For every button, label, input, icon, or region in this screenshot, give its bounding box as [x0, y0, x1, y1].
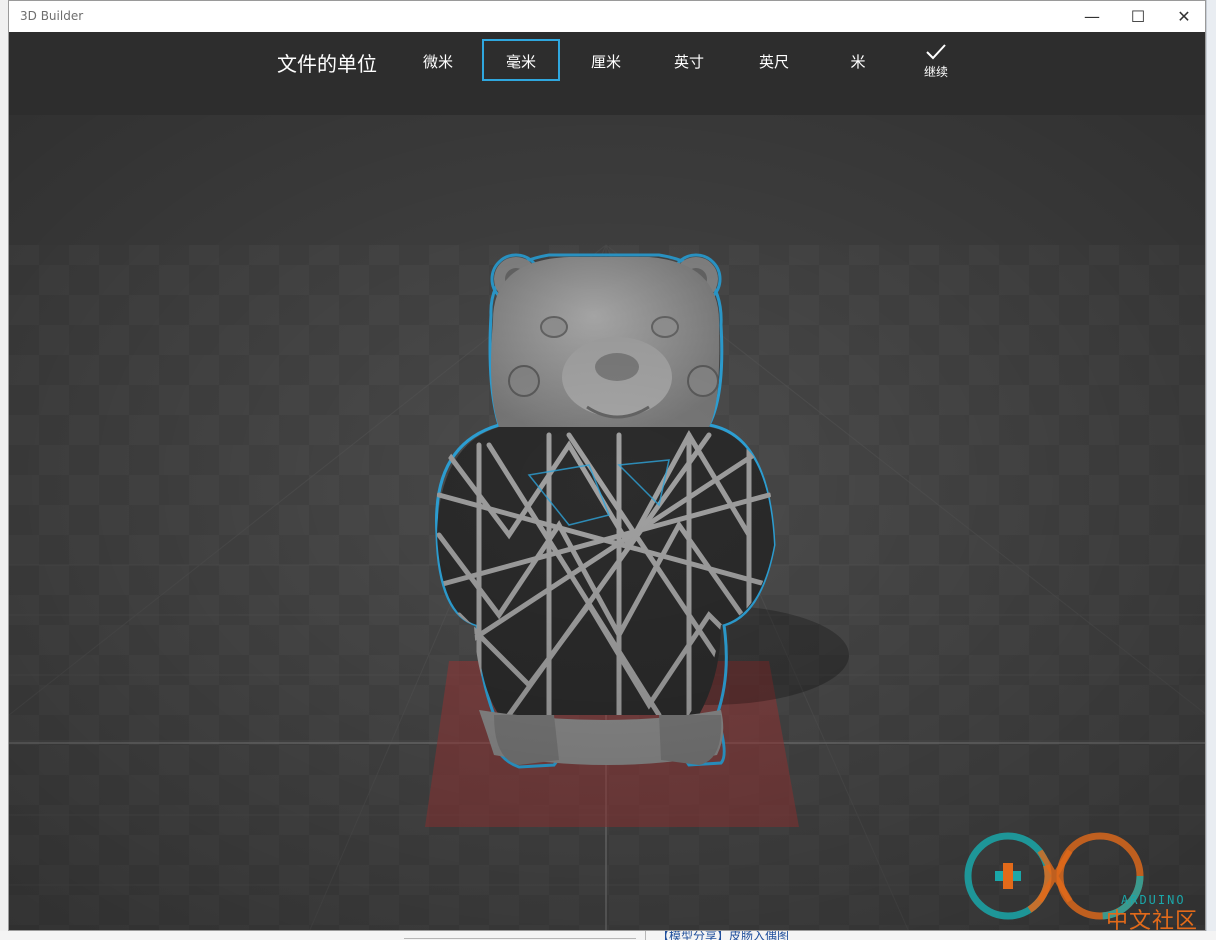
app-window: 3D Builder — ☐ ✕ 文件的单位 微米 毫米 厘米 英寸 英尺 米 … — [8, 0, 1206, 931]
unit-option-meter[interactable]: 米 — [819, 39, 897, 81]
checkmark-icon — [926, 44, 946, 60]
unit-toolbar: 文件的单位 微米 毫米 厘米 英寸 英尺 米 继续 — [9, 32, 1205, 115]
continue-label: 继续 — [923, 65, 948, 79]
window-title: 3D Builder — [20, 9, 84, 23]
background-window-edge — [1206, 0, 1216, 940]
unit-option-centimeter[interactable]: 厘米 — [567, 39, 645, 81]
watermark-logo: ARDUINO 中文社区 — [950, 821, 1198, 934]
continue-button[interactable]: 继续 — [907, 42, 965, 90]
unit-option-foot[interactable]: 英尺 — [735, 39, 813, 81]
background-divider — [645, 931, 646, 940]
background-input-line — [404, 931, 636, 939]
background-link[interactable]: 【模型分享】皮肠入偶图 — [657, 931, 789, 940]
maximize-button[interactable]: ☐ — [1115, 1, 1161, 32]
unit-option-millimeter[interactable]: 毫米 — [482, 39, 560, 81]
unit-option-micrometer[interactable]: 微米 — [399, 39, 477, 81]
3d-viewport[interactable] — [9, 115, 1205, 930]
unit-option-inch[interactable]: 英寸 — [650, 39, 728, 81]
background-page-strip: 【模型分享】皮肠入偶图 — [0, 931, 1216, 940]
watermark-text-cn: 中文社区 — [1105, 909, 1198, 934]
close-button[interactable]: ✕ — [1161, 1, 1205, 32]
title-bar[interactable]: 3D Builder — ☐ ✕ — [9, 1, 1205, 32]
minimize-button[interactable]: — — [1069, 1, 1115, 32]
units-heading: 文件的单位 — [277, 52, 377, 76]
